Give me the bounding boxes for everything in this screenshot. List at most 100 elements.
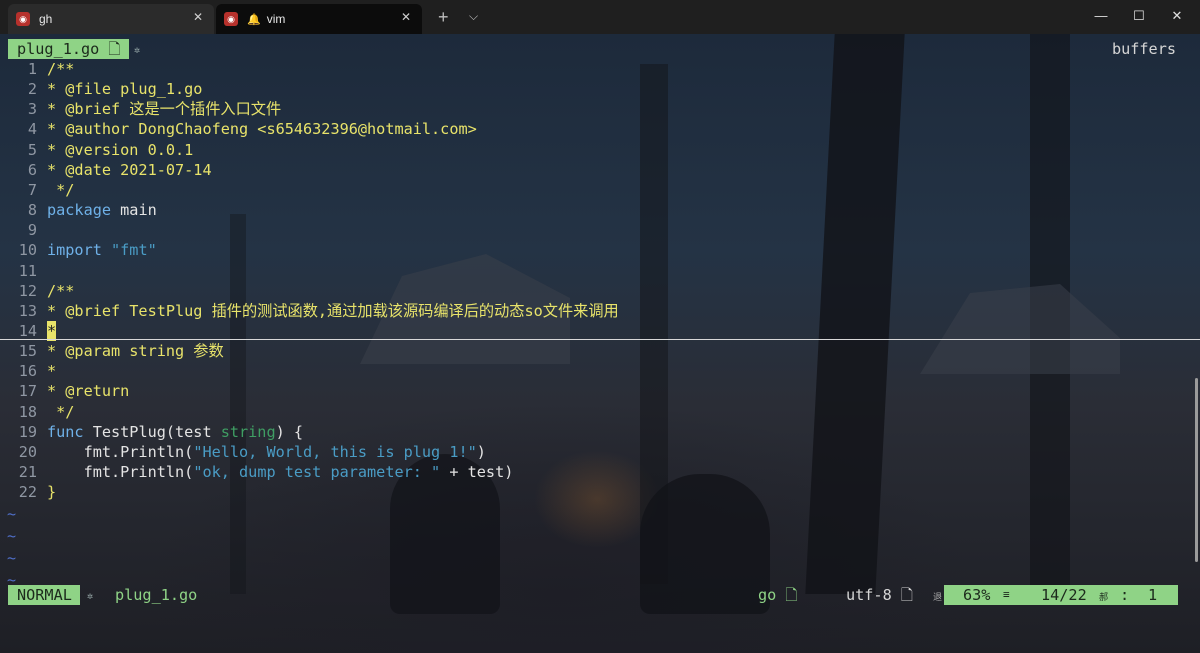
code-line[interactable]: 22} — [0, 482, 1200, 502]
code-line[interactable]: 1 /** — [0, 59, 1200, 79]
empty-line-tilde: ~ — [7, 549, 17, 567]
code-token: func — [47, 422, 84, 441]
code-line[interactable]: 6 * @date 2021-07-14 — [0, 160, 1200, 180]
code-text: /** — [47, 59, 74, 79]
tab-dropdown-icon[interactable]: ⌵ — [469, 9, 478, 24]
code-token: main — [111, 201, 157, 220]
code-token: "fmt" — [101, 241, 157, 260]
code-token: * @brief 这是一个插件入口文件 — [47, 100, 282, 119]
window-titlebar: ◉ gh ✕ ◉ 🔔 vim ✕ + ⌵ — ☐ ✕ — [0, 0, 1200, 34]
lines-icon: ≡ — [1003, 588, 1010, 601]
line-number: 4 — [27, 120, 37, 139]
code-line[interactable]: 7 */ — [0, 180, 1200, 200]
maximize-button[interactable]: ☐ — [1124, 6, 1154, 26]
code-text: } — [47, 482, 56, 502]
line-number: 7 — [27, 180, 37, 199]
code-line[interactable]: 17 * @return — [0, 381, 1200, 401]
code-text: * @author DongChaofeng <s654632396@hotma… — [47, 119, 477, 139]
code-line[interactable]: 19 func TestPlug(test string) { — [0, 422, 1200, 442]
code-token: import — [47, 241, 102, 260]
line-number: 13 — [18, 301, 37, 320]
code-line[interactable]: 13 * @brief TestPlug 插件的测试函数,通过加载该源码编译后的动… — [0, 301, 1200, 321]
ubuntu-app-icon: ◉ — [224, 12, 238, 26]
status-position-block: 63% ≡ 14/22 郝 : 1 — [944, 585, 1178, 605]
code-text: * @param string 参数 — [47, 341, 224, 361]
text-cursor: * — [47, 320, 57, 341]
close-tab-icon[interactable]: ✕ — [190, 10, 206, 24]
line-number: 14 — [18, 321, 37, 340]
line-number: 20 — [18, 442, 37, 461]
status-encoding: utf-8 🗋 — [846, 586, 914, 604]
status-column-mark: 郝 — [1099, 593, 1109, 603]
code-token: fmt.Println( — [47, 463, 194, 481]
status-line-position: 14/22 — [1041, 586, 1087, 604]
code-token: * @version 0.0.1 — [47, 140, 194, 159]
line-number: 8 — [27, 201, 37, 220]
code-line[interactable]: 4 * @author DongChaofeng <s654632396@hotm… — [0, 119, 1200, 139]
code-token: * @return — [47, 382, 130, 401]
code-token: * @param string 参数 — [47, 342, 224, 361]
close-window-button[interactable]: ✕ — [1162, 6, 1192, 26]
code-text: */ — [47, 402, 74, 422]
code-text: * @brief 这是一个插件入口文件 — [47, 99, 281, 119]
minimize-button[interactable]: — — [1086, 6, 1116, 26]
code-text: * — [47, 361, 56, 381]
code-line[interactable]: 8 package main — [0, 200, 1200, 220]
terminal-scrollbar[interactable] — [1195, 378, 1198, 562]
bell-icon: 🔔 — [247, 13, 261, 26]
code-line[interactable]: 11 — [0, 261, 1200, 281]
line-number: 5 — [27, 140, 37, 159]
code-token: "Hello, World, this is plug 1!" — [193, 442, 477, 461]
line-number: 11 — [18, 261, 37, 280]
code-text: /** — [47, 281, 74, 301]
code-token: package — [47, 201, 112, 220]
code-line[interactable]: 14 * — [0, 320, 1200, 341]
code-token: /** — [47, 281, 75, 300]
code-text: package main — [47, 200, 157, 220]
line-number: 19 — [18, 422, 37, 441]
code-line[interactable]: 5 * @version 0.0.1 — [0, 140, 1200, 160]
code-text: * — [47, 320, 57, 341]
code-text: */ — [47, 180, 74, 200]
status-filename: plug_1.go — [115, 586, 198, 604]
code-line[interactable]: 10 import "fmt" — [0, 240, 1200, 260]
line-number: 6 — [27, 160, 37, 179]
close-tab-icon[interactable]: ✕ — [398, 10, 414, 24]
line-number: 9 — [27, 221, 37, 240]
code-line[interactable]: 16 * — [0, 361, 1200, 381]
code-text: * @file plug_1.go — [47, 79, 202, 99]
line-number: 17 — [18, 382, 37, 401]
tab-label: vim — [266, 12, 286, 26]
status-filetype: go 🗋 — [758, 586, 798, 604]
code-token: string — [220, 422, 276, 441]
status-column: 1 — [1148, 586, 1158, 604]
code-line[interactable]: 12 /** — [0, 281, 1200, 301]
line-number: 15 — [18, 342, 37, 361]
code-text: * @brief TestPlug 插件的测试函数,通过加载该源码编译后的动态s… — [47, 301, 619, 321]
code-token: "ok, dump test parameter: " — [193, 463, 441, 481]
code-token: * @file plug_1.go — [47, 80, 203, 99]
code-line[interactable]: 20 fmt.Println("Hello, World, this is pl… — [0, 442, 1200, 462]
code-text: fmt.Println("ok, dump test parameter: " … — [47, 462, 514, 482]
code-line[interactable]: 18 */ — [0, 402, 1200, 422]
status-percent: 63% — [963, 586, 991, 604]
code-token: * — [47, 362, 57, 381]
line-number: 10 — [18, 241, 37, 260]
code-token: ) — [476, 442, 486, 461]
code-line[interactable]: 2 * @file plug_1.go — [0, 79, 1200, 99]
status-colon: : — [1120, 586, 1130, 604]
line-number: 18 — [18, 402, 37, 421]
code-line[interactable]: 15 * @param string 参数 — [0, 341, 1200, 361]
code-line[interactable]: 3 * @brief 这是一个插件入口文件 — [0, 99, 1200, 119]
line-number: 16 — [18, 362, 37, 381]
tabline-current-buffer[interactable]: plug_1.go 🗋 — [8, 39, 129, 59]
code-line[interactable]: 9 — [0, 220, 1200, 240]
code-line[interactable]: 21 fmt.Println("ok, dump test parameter:… — [0, 462, 1200, 482]
tab-label: gh — [39, 12, 53, 26]
empty-line-tilde: ~ — [7, 505, 17, 523]
modified-marker-icon: ✲ — [134, 45, 141, 56]
new-tab-button[interactable]: + — [438, 8, 449, 26]
code-token: fmt.Println( — [47, 442, 194, 461]
tab-vim[interactable]: ◉ 🔔 vim ✕ — [216, 4, 422, 34]
tab-gh[interactable]: ◉ gh ✕ — [8, 4, 214, 34]
